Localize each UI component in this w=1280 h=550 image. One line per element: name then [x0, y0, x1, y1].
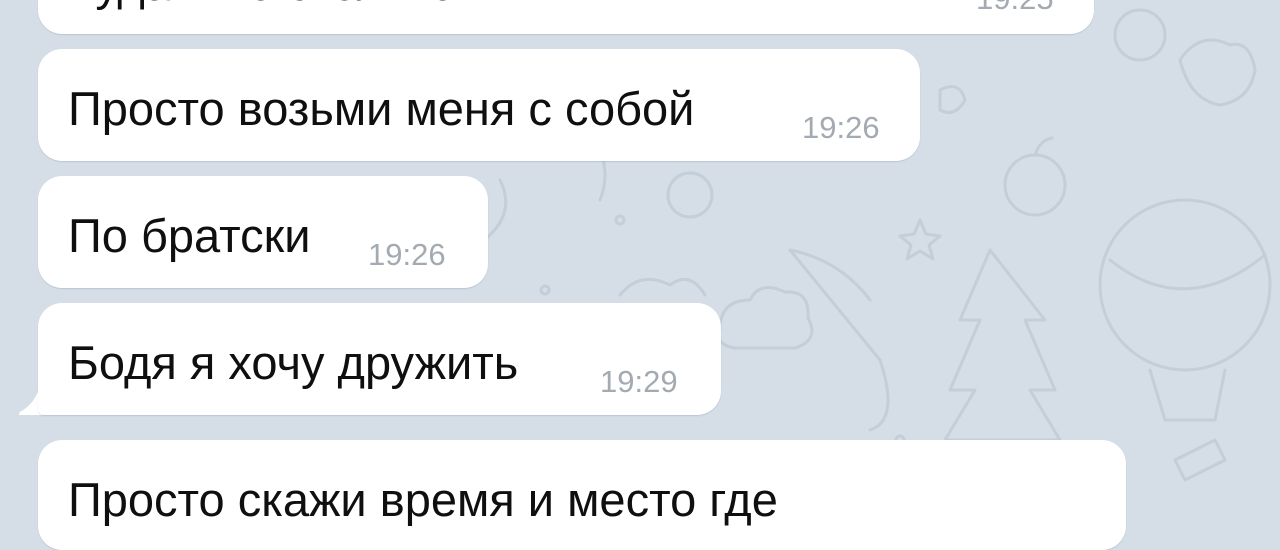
message-text: По братски [68, 209, 311, 262]
message-bubble[interactable]: Просто возьми меня с собой 19:26 [38, 49, 920, 161]
cloud-doodle [717, 286, 814, 350]
message-text: Бодя я хочу дружить [68, 336, 519, 389]
message-time: 19:29 [600, 364, 678, 399]
message-time: 19:26 [368, 237, 446, 272]
message-bubble[interactable]: Куда и во сколько 19:25 [38, 0, 1094, 34]
umbrella-doodle [788, 248, 882, 362]
message-bubble[interactable]: По братски 19:26 [38, 176, 488, 288]
tree-doodle [943, 248, 1062, 442]
apple-doodle [1003, 153, 1067, 217]
star-doodle [898, 218, 942, 261]
message-text: Просто возьми меня с собой [68, 82, 695, 135]
message-bubble[interactable]: Бодя я хочу дружить 19:29 [38, 303, 721, 415]
planet-doodle [666, 171, 714, 219]
message-text: Просто скажи время и место где [68, 473, 778, 526]
telescope-doodle [1173, 438, 1227, 482]
message-time: 19:26 [802, 110, 880, 145]
balloon-doodle [1098, 198, 1272, 372]
candy-doodle [938, 85, 967, 114]
message-bubble[interactable]: Просто скажи время и место где [38, 440, 1126, 550]
message-text: Куда и во сколько [68, 0, 456, 10]
cat-doodle [1178, 38, 1257, 107]
message-time: 19:25 [976, 0, 1054, 16]
